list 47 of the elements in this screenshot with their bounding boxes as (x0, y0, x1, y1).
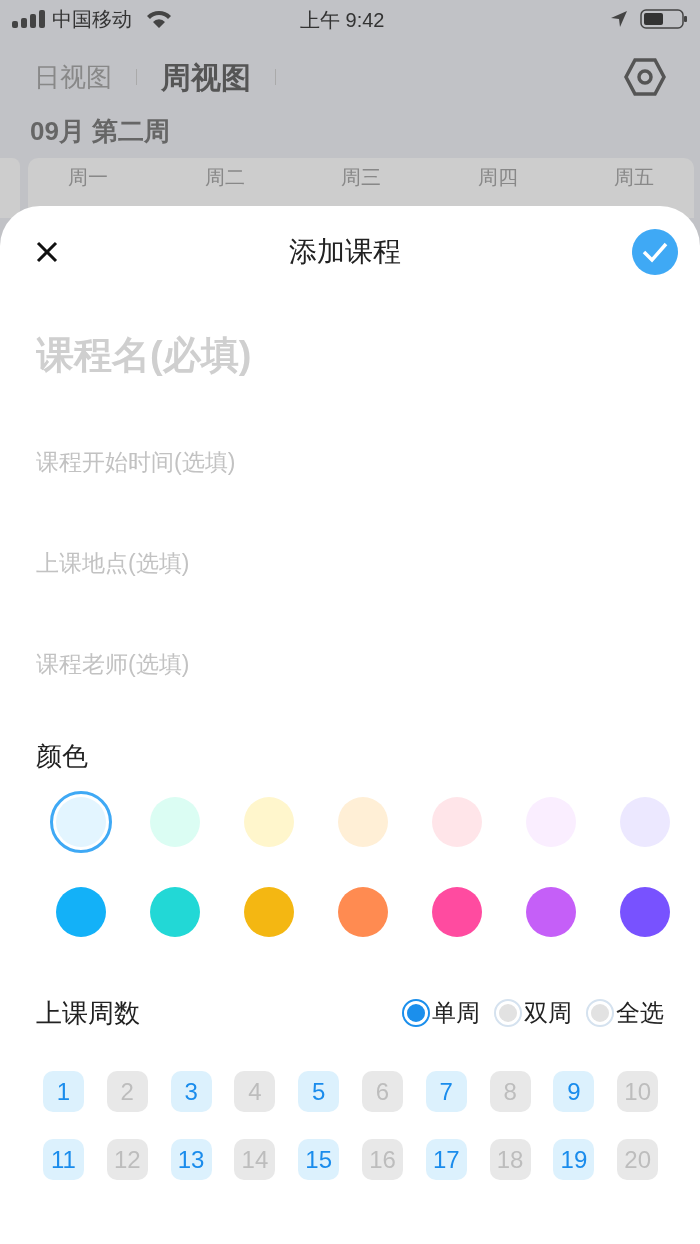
week-mode-radio[interactable]: 双周 (494, 995, 572, 1031)
text-field[interactable]: 课程开始时间(选填) (36, 412, 664, 513)
color-swatch[interactable] (150, 797, 200, 847)
week-chip[interactable]: 7 (425, 1071, 467, 1112)
weekday-label: 周一 (68, 166, 108, 188)
week-chip[interactable]: 17 (425, 1139, 467, 1180)
weeks-label: 上课周数 (36, 996, 141, 1030)
view-tab[interactable]: 日视图 (34, 57, 112, 97)
battery-icon (640, 8, 688, 30)
settings-icon[interactable] (624, 58, 666, 96)
close-icon[interactable] (36, 241, 58, 263)
week-title: 09月 第二周 (29, 116, 172, 146)
carrier-name: 中国移动 (52, 7, 132, 32)
week-chip[interactable]: 19 (553, 1139, 595, 1180)
color-swatch[interactable] (244, 887, 294, 937)
text-field[interactable]: 上课地点(选填) (36, 513, 664, 614)
color-swatch[interactable] (338, 797, 388, 847)
color-swatch[interactable] (150, 887, 200, 937)
week-chip[interactable]: 3 (170, 1071, 212, 1112)
color-swatch[interactable] (432, 887, 482, 937)
wifi-icon (146, 9, 172, 29)
week-chip[interactable]: 13 (170, 1139, 212, 1180)
weekday-label: 周四 (477, 166, 518, 188)
confirm-check-icon[interactable] (632, 229, 678, 275)
week-mode-radio[interactable]: 全选 (586, 995, 664, 1031)
color-swatch[interactable] (620, 887, 670, 937)
signal-icon (12, 10, 46, 28)
text-field[interactable]: 课程老师(选填) (36, 614, 664, 715)
color-swatch[interactable] (244, 797, 294, 847)
week-chip[interactable]: 11 (43, 1139, 84, 1180)
view-tab[interactable]: 周视图 (161, 54, 251, 100)
location-arrow-icon (610, 10, 628, 28)
color-swatch[interactable] (432, 797, 482, 847)
color-label: 颜色 (36, 740, 89, 773)
weekday-label: 周五 (614, 166, 654, 188)
sheet-title: 添加课程 (289, 235, 401, 269)
week-chip[interactable]: 1 (43, 1071, 84, 1112)
weekday-label: 周二 (204, 166, 245, 188)
week-chip[interactable]: 15 (298, 1139, 340, 1180)
color-swatch[interactable] (338, 887, 388, 937)
week-chip[interactable]: 9 (553, 1071, 595, 1112)
color-swatch[interactable] (56, 887, 106, 937)
clock-time: 上午 9:42 (300, 8, 385, 33)
week-mode-radio[interactable]: 单周 (402, 995, 480, 1031)
week-chip[interactable]: 5 (298, 1071, 340, 1112)
weekday-label: 周三 (341, 166, 381, 188)
color-swatch[interactable] (526, 887, 576, 937)
